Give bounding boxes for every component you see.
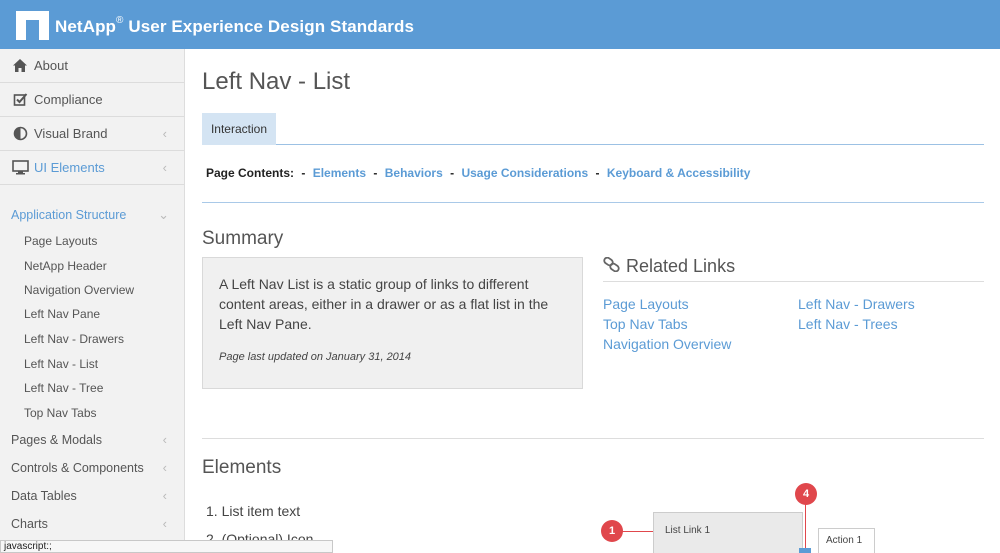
list-item: 1. List item text bbox=[206, 503, 301, 519]
summary-box: A Left Nav List is a static group of lin… bbox=[202, 257, 583, 389]
left-nav-pane: About Compliance Visual Brand ‹ UI Eleme… bbox=[0, 49, 185, 553]
callout-line bbox=[622, 531, 653, 532]
app-header: NetApp® User Experience Design Standards bbox=[0, 0, 1000, 49]
sidebar-section-application-structure[interactable]: Application Structure ⌄ bbox=[0, 202, 184, 227]
chevron-down-icon: ⌄ bbox=[158, 206, 169, 222]
related-link-navigation-overview[interactable]: Navigation Overview bbox=[603, 336, 731, 352]
sidebar-item-visual-brand[interactable]: Visual Brand ‹ bbox=[0, 117, 184, 151]
chevron-left-icon: ‹ bbox=[162, 488, 167, 503]
contents-link-usage-considerations[interactable]: Usage Considerations bbox=[461, 166, 588, 180]
sidebar-link-left-nav-tree[interactable]: Left Nav - Tree bbox=[24, 378, 103, 398]
monitor-icon bbox=[11, 159, 29, 177]
related-links-heading: Related Links bbox=[603, 256, 735, 277]
sidebar-group-pages-modals[interactable]: Pages & Modals ‹ bbox=[0, 427, 184, 452]
contents-link-behaviors[interactable]: Behaviors bbox=[385, 166, 443, 180]
diagram-action-trigger bbox=[799, 548, 811, 553]
summary-heading: Summary bbox=[202, 228, 284, 249]
sidebar-item-compliance[interactable]: Compliance bbox=[0, 83, 184, 117]
sidebar-link-page-layouts[interactable]: Page Layouts bbox=[24, 231, 97, 251]
page-title: Left Nav - List bbox=[202, 68, 351, 95]
chevron-left-icon: ‹ bbox=[162, 432, 167, 447]
diagram-action-menu: Action 1 bbox=[818, 528, 875, 553]
checkbox-icon bbox=[11, 91, 29, 109]
callout-marker-4: 4 bbox=[795, 483, 817, 505]
sidebar-item-label: Visual Brand bbox=[34, 126, 108, 141]
section-divider bbox=[202, 438, 984, 439]
chevron-left-icon: ‹ bbox=[162, 516, 167, 531]
summary-text: A Left Nav List is a static group of lin… bbox=[219, 276, 549, 332]
sidebar-item-ui-elements[interactable]: UI Elements ‹ bbox=[0, 151, 184, 185]
tab-bar-divider bbox=[202, 144, 984, 145]
related-link-left-nav-trees[interactable]: Left Nav - Trees bbox=[798, 316, 898, 332]
browser-status-bar: javascript:; bbox=[0, 540, 333, 553]
chevron-left-icon: ‹ bbox=[162, 460, 167, 475]
sidebar-group-charts[interactable]: Charts ‹ bbox=[0, 511, 184, 536]
link-icon bbox=[603, 256, 621, 276]
sidebar-item-label: UI Elements bbox=[34, 160, 105, 175]
page-contents-nav: Page Contents: - Elements - Behaviors - … bbox=[206, 166, 751, 180]
chevron-left-icon: ‹ bbox=[162, 160, 167, 175]
sidebar-link-navigation-overview[interactable]: Navigation Overview bbox=[24, 280, 134, 300]
sidebar-link-top-nav-tabs[interactable]: Top Nav Tabs bbox=[24, 403, 97, 423]
related-link-top-nav-tabs[interactable]: Top Nav Tabs bbox=[603, 316, 688, 332]
contents-link-keyboard-accessibility[interactable]: Keyboard & Accessibility bbox=[607, 166, 751, 180]
sidebar-link-left-nav-list[interactable]: Left Nav - List bbox=[24, 354, 98, 374]
chevron-left-icon: ‹ bbox=[162, 126, 167, 141]
contents-link-elements[interactable]: Elements bbox=[313, 166, 366, 180]
netapp-logo-icon[interactable] bbox=[16, 11, 49, 40]
related-link-left-nav-drawers[interactable]: Left Nav - Drawers bbox=[798, 296, 915, 312]
diagram-list-link: List Link 1 bbox=[665, 525, 711, 536]
contrast-icon bbox=[11, 125, 29, 143]
site-title[interactable]: NetApp® User Experience Design Standards bbox=[55, 15, 414, 37]
sidebar-group-data-tables[interactable]: Data Tables ‹ bbox=[0, 483, 184, 508]
sidebar-group-controls-components[interactable]: Controls & Components ‹ bbox=[0, 455, 184, 480]
page-contents-label: Page Contents: bbox=[206, 166, 295, 180]
sidebar-item-label: Compliance bbox=[34, 92, 103, 107]
section-divider bbox=[202, 202, 984, 203]
sidebar-link-left-nav-pane[interactable]: Left Nav Pane bbox=[24, 304, 100, 324]
sidebar-link-netapp-header[interactable]: NetApp Header bbox=[24, 256, 107, 276]
callout-marker-1: 1 bbox=[601, 520, 623, 542]
elements-heading: Elements bbox=[202, 457, 282, 478]
home-icon bbox=[11, 57, 29, 75]
related-link-page-layouts[interactable]: Page Layouts bbox=[603, 296, 689, 312]
sidebar-link-left-nav-drawers[interactable]: Left Nav - Drawers bbox=[24, 329, 124, 349]
callout-line bbox=[805, 504, 806, 553]
sidebar-item-label: About bbox=[34, 58, 68, 73]
related-links-divider bbox=[603, 281, 984, 282]
page-updated-date: Page last updated on January 31, 2014 bbox=[219, 351, 412, 363]
sidebar-item-about[interactable]: About bbox=[0, 49, 184, 83]
tab-interaction[interactable]: Interaction bbox=[202, 113, 276, 145]
